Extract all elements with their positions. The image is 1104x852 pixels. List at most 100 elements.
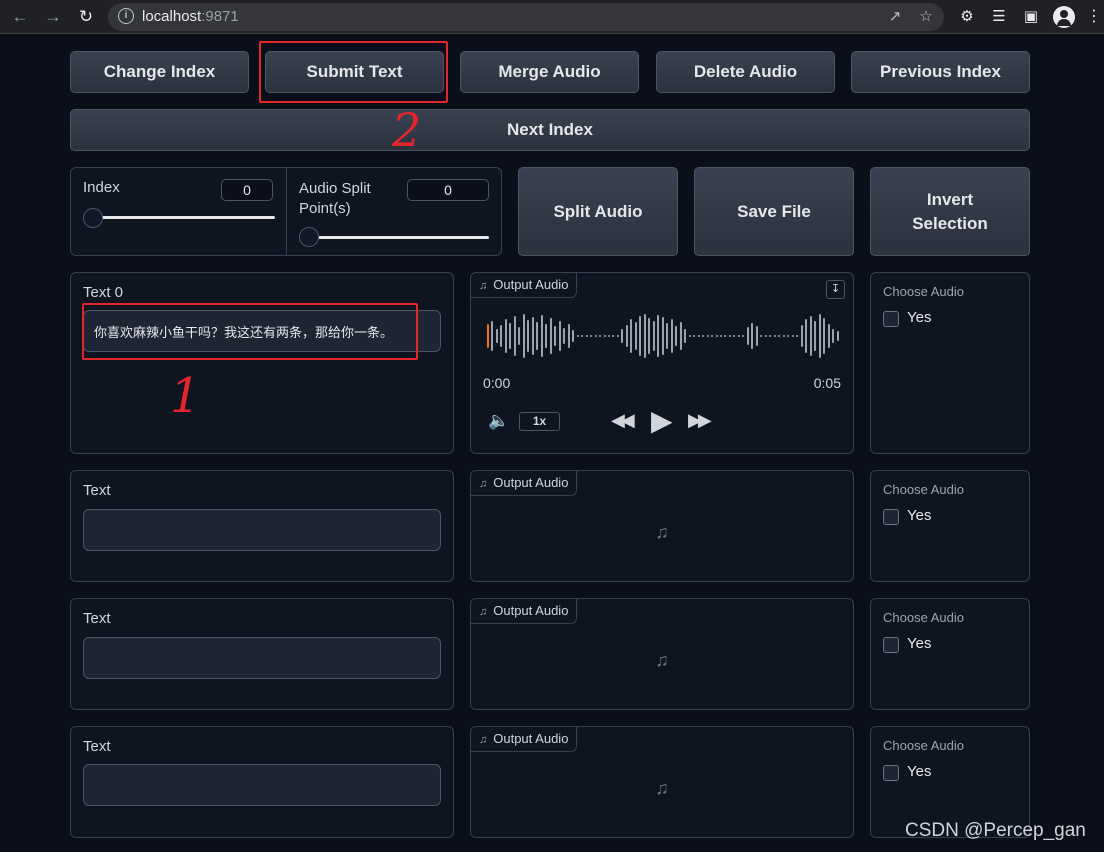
split-point-slider-thumb[interactable] — [299, 227, 319, 247]
media-list-icon[interactable]: ☰ — [988, 6, 1010, 28]
waveform-bar — [791, 335, 794, 337]
waveform-bar — [688, 335, 691, 337]
waveform-bar — [625, 325, 628, 347]
choose-audio-panel: Choose Audio Yes — [870, 598, 1030, 710]
index-slider[interactable] — [93, 216, 275, 219]
choose-audio-checkbox[interactable] — [883, 509, 899, 525]
waveform-bar — [724, 335, 727, 337]
text-input[interactable] — [83, 637, 441, 679]
split-point-number-input[interactable]: 0 — [407, 179, 489, 201]
waveform-bar — [706, 335, 709, 337]
time-current: 0:00 — [483, 375, 511, 391]
choose-audio-checkbox[interactable] — [883, 637, 899, 653]
audio-output-panel: ♫ Output Audio ♫ — [470, 598, 854, 710]
index-slider-thumb[interactable] — [83, 208, 103, 228]
yes-label: Yes — [907, 309, 932, 326]
waveform-bar — [495, 329, 498, 343]
share-icon[interactable]: ↗ — [885, 7, 905, 27]
annotation-highlight-text — [82, 303, 418, 360]
waveform-bar — [702, 335, 705, 337]
waveform-bar — [827, 324, 830, 348]
fast-forward-icon[interactable]: ▶▶ — [688, 410, 712, 431]
previous-index-button[interactable]: Previous Index — [851, 51, 1030, 93]
waveform-bar — [693, 335, 696, 337]
waveform-bar — [746, 327, 749, 345]
waveform-bar — [823, 318, 826, 354]
playback-speed-button[interactable]: 1x — [519, 412, 560, 431]
waveform-bar — [504, 319, 507, 353]
waveform-bar — [527, 320, 530, 352]
waveform-bar — [818, 314, 821, 358]
choose-audio-label: Choose Audio — [883, 482, 964, 497]
rewind-icon[interactable]: ◀◀ — [611, 410, 635, 431]
star-icon[interactable]: ☆ — [916, 7, 936, 27]
forward-arrow-icon[interactable]: → — [42, 6, 64, 28]
address-bar[interactable]: i localhost:9871 ↗ ☆ — [108, 3, 944, 31]
waveform-bar — [630, 319, 633, 353]
waveform-bar — [648, 318, 651, 354]
waveform-bar — [711, 335, 714, 337]
merge-audio-button[interactable]: Merge Audio — [460, 51, 639, 93]
invert-selection-button[interactable]: Invert Selection — [870, 167, 1030, 256]
waveform[interactable] — [487, 310, 841, 362]
waveform-bar — [581, 335, 584, 337]
waveform-bar — [809, 316, 812, 356]
waveform-bar — [554, 326, 557, 346]
text-label: Text — [83, 610, 111, 627]
download-icon[interactable]: ↧ — [826, 280, 845, 299]
puzzle-icon[interactable]: ⚙ — [956, 6, 978, 28]
waveform-bar — [742, 335, 745, 337]
back-arrow-icon[interactable]: ← — [9, 6, 31, 28]
waveform-bar — [814, 321, 817, 351]
profile-icon[interactable] — [1053, 6, 1075, 28]
reload-icon[interactable]: ↻ — [75, 6, 97, 28]
volume-icon[interactable]: 🔈 — [488, 411, 509, 431]
music-note-icon: ♫ — [479, 734, 488, 746]
waveform-bar — [670, 319, 673, 353]
audio-split-label: Audio Split Point(s) — [299, 180, 371, 217]
annotation-highlight-submit — [259, 41, 448, 103]
split-audio-button[interactable]: Split Audio — [518, 167, 678, 256]
browser-toolbar: ← → ↻ i localhost:9871 ↗ ☆ ⚙ ☰ ▣ ⋮ — [0, 0, 1104, 34]
waveform-bar — [755, 326, 758, 346]
text-label: Text 0 — [83, 284, 124, 301]
waveform-bar — [509, 323, 512, 349]
text-panel: Text 0 你喜欢麻辣小鱼干吗？我这还有两条，那给你一条。 — [70, 272, 454, 454]
sidebar-icon[interactable]: ▣ — [1020, 6, 1042, 28]
waveform-bar — [652, 321, 655, 351]
text-label: Text — [83, 738, 111, 755]
text-input[interactable] — [83, 509, 441, 551]
choose-audio-panel: Choose Audio Yes — [870, 470, 1030, 582]
waveform-bar — [634, 322, 637, 350]
waveform-bar — [603, 335, 606, 337]
kebab-icon[interactable]: ⋮ — [1086, 6, 1102, 28]
save-file-button[interactable]: Save File — [694, 167, 854, 256]
delete-audio-button[interactable]: Delete Audio — [656, 51, 835, 93]
audio-output-panel: ♫ Output Audio ♫ — [470, 470, 854, 582]
info-icon[interactable]: i — [118, 8, 134, 24]
index-label: Index — [83, 179, 120, 196]
waveform-bar — [563, 328, 566, 344]
empty-audio-music-icon: ♫ — [655, 521, 669, 542]
index-number-input[interactable]: 0 — [221, 179, 273, 201]
waveform-bar — [612, 335, 615, 337]
time-duration: 0:05 — [813, 375, 841, 391]
text-input[interactable] — [83, 764, 441, 806]
waveform-bar — [657, 315, 660, 357]
waveform-bar — [531, 317, 534, 355]
choose-audio-checkbox[interactable] — [883, 765, 899, 781]
choose-audio-checkbox[interactable] — [883, 311, 899, 327]
change-index-button[interactable]: Change Index — [70, 51, 249, 93]
next-index-button[interactable]: Next Index — [70, 109, 1030, 151]
waveform-bar — [594, 335, 597, 337]
waveform-bar — [764, 335, 767, 337]
audio-tag: ♫ Output Audio — [471, 727, 578, 752]
split-point-slider[interactable] — [309, 236, 489, 239]
waveform-bar — [697, 335, 700, 337]
waveform-bar — [491, 321, 494, 351]
waveform-bar — [616, 335, 619, 337]
play-icon[interactable]: ▶ — [651, 404, 673, 437]
waveform-bar — [684, 329, 687, 343]
waveform-bar — [720, 335, 722, 337]
waveform-bar — [787, 335, 790, 337]
